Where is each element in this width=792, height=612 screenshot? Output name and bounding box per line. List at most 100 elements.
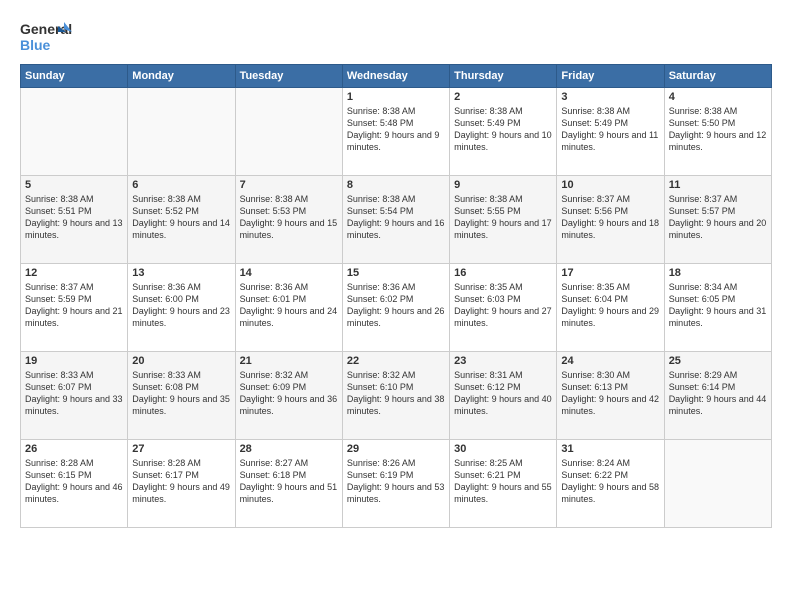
day-number: 26: [25, 443, 123, 455]
weekday-header-friday: Friday: [557, 65, 664, 88]
day-number: 20: [132, 355, 230, 367]
calendar-cell: 7 Sunrise: 8:38 AM Sunset: 5:53 PM Daylig…: [235, 176, 342, 264]
day-info: Sunrise: 8:38 AM Sunset: 5:53 PM Dayligh…: [240, 193, 338, 242]
calendar-cell: 19Sunrise: 8:33 AM Sunset: 6:07 PM Dayli…: [21, 352, 128, 440]
day-info: Sunrise: 8:28 AM Sunset: 6:17 PM Dayligh…: [132, 457, 230, 506]
day-info: Sunrise: 8:32 AM Sunset: 6:09 PM Dayligh…: [240, 369, 338, 418]
day-info: Sunrise: 8:38 AM Sunset: 5:52 PM Dayligh…: [132, 193, 230, 242]
day-info: Sunrise: 8:35 AM Sunset: 6:04 PM Dayligh…: [561, 281, 659, 330]
day-number: 29: [347, 443, 445, 455]
day-info: Sunrise: 8:38 AM Sunset: 5:49 PM Dayligh…: [561, 105, 659, 154]
calendar-cell: 23 Sunrise: 8:31 AM Sunset: 6:12 PM Dayli…: [450, 352, 557, 440]
day-number: 11: [669, 179, 767, 191]
calendar-cell: 11 Sunrise: 8:37 AM Sunset: 5:57 PM Dayli…: [664, 176, 771, 264]
calendar-cell: 13Sunrise: 8:36 AM Sunset: 6:00 PM Dayli…: [128, 264, 235, 352]
day-info: Sunrise: 8:32 AM Sunset: 6:10 PM Dayligh…: [347, 369, 445, 418]
day-info: Sunrise: 8:34 AM Sunset: 6:05 PM Dayligh…: [669, 281, 767, 330]
calendar-cell: 21 Sunrise: 8:32 AM Sunset: 6:09 PM Dayli…: [235, 352, 342, 440]
calendar-cell: 5Sunrise: 8:38 AM Sunset: 5:51 PM Daylig…: [21, 176, 128, 264]
day-info: Sunrise: 8:37 AM Sunset: 5:57 PM Dayligh…: [669, 193, 767, 242]
day-number: 31: [561, 443, 659, 455]
day-info: Sunrise: 8:37 AM Sunset: 5:59 PM Dayligh…: [25, 281, 123, 330]
day-number: 22: [347, 355, 445, 367]
day-info: Sunrise: 8:38 AM Sunset: 5:54 PM Dayligh…: [347, 193, 445, 242]
day-number: 10: [561, 179, 659, 191]
day-number: 12: [25, 267, 123, 279]
day-number: 24: [561, 355, 659, 367]
calendar-cell: 22 Sunrise: 8:32 AM Sunset: 6:10 PM Dayli…: [342, 352, 449, 440]
weekday-header-thursday: Thursday: [450, 65, 557, 88]
calendar-cell: [235, 88, 342, 176]
day-number: 23: [454, 355, 552, 367]
day-info: Sunrise: 8:38 AM Sunset: 5:48 PM Dayligh…: [347, 105, 445, 154]
calendar-cell: 3 Sunrise: 8:38 AM Sunset: 5:49 PM Daylig…: [557, 88, 664, 176]
day-number: 7: [240, 179, 338, 191]
day-number: 8: [347, 179, 445, 191]
day-info: Sunrise: 8:31 AM Sunset: 6:12 PM Dayligh…: [454, 369, 552, 418]
weekday-header-tuesday: Tuesday: [235, 65, 342, 88]
calendar-cell: 10Sunrise: 8:37 AM Sunset: 5:56 PM Dayli…: [557, 176, 664, 264]
day-info: Sunrise: 8:36 AM Sunset: 6:02 PM Dayligh…: [347, 281, 445, 330]
day-number: 18: [669, 267, 767, 279]
day-number: 15: [347, 267, 445, 279]
weekday-header-row: SundayMondayTuesdayWednesdayThursdayFrid…: [21, 65, 772, 88]
day-info: Sunrise: 8:38 AM Sunset: 5:50 PM Dayligh…: [669, 105, 767, 154]
calendar-cell: 15 Sunrise: 8:36 AM Sunset: 6:02 PM Dayli…: [342, 264, 449, 352]
calendar-cell: 9 Sunrise: 8:38 AM Sunset: 5:55 PM Daylig…: [450, 176, 557, 264]
calendar-cell: 20 Sunrise: 8:33 AM Sunset: 6:08 PM Dayli…: [128, 352, 235, 440]
calendar-week-row: 12 Sunrise: 8:37 AM Sunset: 5:59 PM Dayli…: [21, 264, 772, 352]
logo: GeneralBlue: [20, 18, 75, 56]
calendar-cell: 29 Sunrise: 8:26 AM Sunset: 6:19 PM Dayli…: [342, 440, 449, 528]
weekday-header-monday: Monday: [128, 65, 235, 88]
day-info: Sunrise: 8:26 AM Sunset: 6:19 PM Dayligh…: [347, 457, 445, 506]
day-info: Sunrise: 8:27 AM Sunset: 6:18 PM Dayligh…: [240, 457, 338, 506]
day-number: 5: [25, 179, 123, 191]
calendar-cell: 8 Sunrise: 8:38 AM Sunset: 5:54 PM Daylig…: [342, 176, 449, 264]
calendar-cell: 2 Sunrise: 8:38 AM Sunset: 5:49 PM Daylig…: [450, 88, 557, 176]
calendar-week-row: 1Sunrise: 8:38 AM Sunset: 5:48 PM Daylig…: [21, 88, 772, 176]
day-number: 6: [132, 179, 230, 191]
calendar-week-row: 26 Sunrise: 8:28 AM Sunset: 6:15 PM Dayli…: [21, 440, 772, 528]
calendar-cell: 30Sunrise: 8:25 AM Sunset: 6:21 PM Dayli…: [450, 440, 557, 528]
calendar-cell: 28Sunrise: 8:27 AM Sunset: 6:18 PM Dayli…: [235, 440, 342, 528]
day-number: 3: [561, 91, 659, 103]
calendar-cell: 27 Sunrise: 8:28 AM Sunset: 6:17 PM Dayli…: [128, 440, 235, 528]
day-info: Sunrise: 8:28 AM Sunset: 6:15 PM Dayligh…: [25, 457, 123, 506]
day-info: Sunrise: 8:35 AM Sunset: 6:03 PM Dayligh…: [454, 281, 552, 330]
calendar-page: GeneralBlue SundayMondayTuesdayWednesday…: [0, 0, 792, 612]
day-number: 2: [454, 91, 552, 103]
day-number: 4: [669, 91, 767, 103]
day-number: 17: [561, 267, 659, 279]
day-info: Sunrise: 8:38 AM Sunset: 5:49 PM Dayligh…: [454, 105, 552, 154]
day-number: 14: [240, 267, 338, 279]
calendar-cell: 31 Sunrise: 8:24 AM Sunset: 6:22 PM Dayli…: [557, 440, 664, 528]
weekday-header-saturday: Saturday: [664, 65, 771, 88]
calendar-cell: 26 Sunrise: 8:28 AM Sunset: 6:15 PM Dayli…: [21, 440, 128, 528]
header: GeneralBlue: [20, 18, 772, 56]
svg-text:Blue: Blue: [20, 37, 51, 53]
calendar-cell: [21, 88, 128, 176]
day-number: 19: [25, 355, 123, 367]
day-number: 9: [454, 179, 552, 191]
calendar-cell: [128, 88, 235, 176]
day-number: 16: [454, 267, 552, 279]
day-number: 27: [132, 443, 230, 455]
day-info: Sunrise: 8:24 AM Sunset: 6:22 PM Dayligh…: [561, 457, 659, 506]
day-info: Sunrise: 8:33 AM Sunset: 6:08 PM Dayligh…: [132, 369, 230, 418]
logo-icon: GeneralBlue: [20, 18, 75, 56]
day-info: Sunrise: 8:29 AM Sunset: 6:14 PM Dayligh…: [669, 369, 767, 418]
calendar-cell: 6 Sunrise: 8:38 AM Sunset: 5:52 PM Daylig…: [128, 176, 235, 264]
calendar-cell: 24Sunrise: 8:30 AM Sunset: 6:13 PM Dayli…: [557, 352, 664, 440]
calendar-cell: 4 Sunrise: 8:38 AM Sunset: 5:50 PM Daylig…: [664, 88, 771, 176]
day-number: 13: [132, 267, 230, 279]
calendar-cell: 16 Sunrise: 8:35 AM Sunset: 6:03 PM Dayli…: [450, 264, 557, 352]
weekday-header-sunday: Sunday: [21, 65, 128, 88]
calendar-week-row: 5Sunrise: 8:38 AM Sunset: 5:51 PM Daylig…: [21, 176, 772, 264]
calendar-cell: 17 Sunrise: 8:35 AM Sunset: 6:04 PM Dayli…: [557, 264, 664, 352]
calendar-cell: 1Sunrise: 8:38 AM Sunset: 5:48 PM Daylig…: [342, 88, 449, 176]
day-info: Sunrise: 8:38 AM Sunset: 5:55 PM Dayligh…: [454, 193, 552, 242]
day-info: Sunrise: 8:25 AM Sunset: 6:21 PM Dayligh…: [454, 457, 552, 506]
calendar-week-row: 19Sunrise: 8:33 AM Sunset: 6:07 PM Dayli…: [21, 352, 772, 440]
calendar-cell: 25Sunrise: 8:29 AM Sunset: 6:14 PM Dayli…: [664, 352, 771, 440]
day-number: 21: [240, 355, 338, 367]
